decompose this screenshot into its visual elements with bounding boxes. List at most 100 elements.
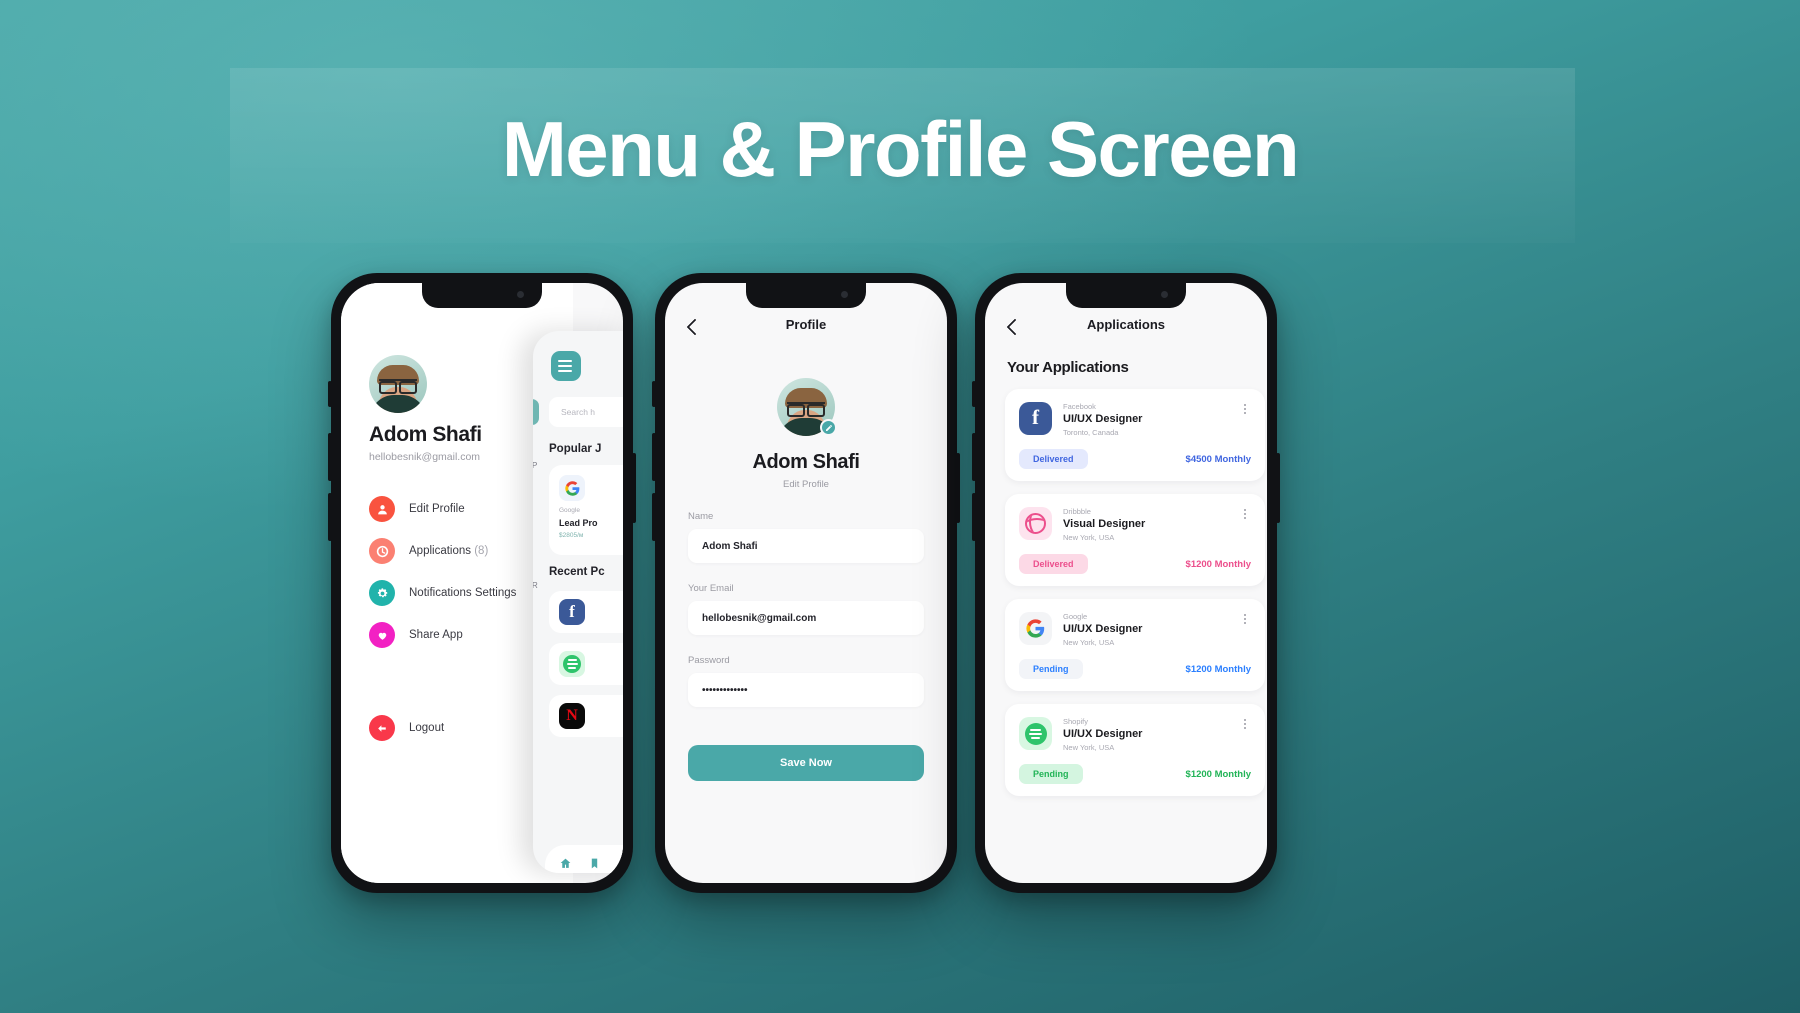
save-button[interactable]: Save Now [688, 745, 924, 781]
more-options-icon[interactable] [1239, 402, 1251, 416]
phone-volume-down-button [328, 493, 332, 541]
application-role: UI/UX Designer [1063, 413, 1143, 425]
application-role: Visual Designer [1063, 518, 1146, 530]
application-pay: $1200 Monthly [1185, 768, 1251, 780]
phone-profile-screen: Profile Adom Shafi Edit Profile Name Ado… [652, 273, 960, 893]
peek-job-title: Lead Pro [559, 518, 598, 528]
email-field-label: Your Email [688, 583, 734, 594]
password-field-label: Password [688, 655, 730, 666]
popular-jobs-heading: Popular J [549, 443, 602, 455]
list-item[interactable] [549, 643, 623, 685]
front-camera-icon [1161, 291, 1168, 298]
name-field[interactable]: Adom Shafi [688, 529, 924, 563]
shopify-icon [559, 651, 585, 677]
front-camera-icon [841, 291, 848, 298]
home-icon[interactable] [559, 857, 572, 873]
application-role: UI/UX Designer [1063, 623, 1143, 635]
search-input[interactable]: Search h [549, 397, 623, 427]
application-location: New York, USA [1063, 533, 1115, 542]
status-badge: Delivered [1019, 449, 1088, 469]
user-name: Adom Shafi [369, 423, 482, 446]
front-camera-icon [517, 291, 524, 298]
more-options-icon[interactable] [1239, 612, 1251, 626]
status-badge: Pending [1019, 659, 1083, 679]
peek-company: Google [559, 507, 580, 514]
phone-mute-switch [972, 381, 976, 407]
application-location: Toronto, Canada [1063, 428, 1119, 437]
edit-profile-link[interactable]: Edit Profile [665, 479, 947, 490]
more-options-icon[interactable] [1239, 717, 1251, 731]
application-pay: $1200 Monthly [1185, 663, 1251, 675]
back-chevron-icon[interactable] [1005, 319, 1021, 335]
sidebar-item-label: Applications [409, 545, 475, 557]
logout-label: Logout [409, 722, 445, 734]
status-badge: Pending [1019, 764, 1083, 784]
google-icon [559, 475, 585, 501]
password-field[interactable]: ••••••••••••• [688, 673, 924, 707]
bottom-navigation-bar[interactable] [545, 845, 623, 873]
phone-power-button [632, 453, 636, 523]
application-card[interactable]: f Facebook UI/UX Designer Toronto, Canad… [1005, 389, 1265, 481]
gear-icon [369, 580, 395, 606]
applications-screen: Applications Your Applications f Faceboo… [985, 283, 1267, 883]
application-role: UI/UX Designer [1063, 728, 1143, 740]
logout-button[interactable]: Logout [369, 715, 444, 741]
applications-list: f Facebook UI/UX Designer Toronto, Canad… [1005, 389, 1265, 809]
hamburger-menu-icon[interactable] [551, 351, 581, 381]
user-email: hellobesnik@gmail.com [369, 451, 481, 463]
peek-job-card[interactable]: Google Lead Pro $2805/м [549, 465, 623, 555]
phone-volume-up-button [328, 433, 332, 481]
phone-volume-down-button [972, 493, 976, 541]
phone-power-button [1276, 453, 1280, 523]
email-field[interactable]: hellobesnik@gmail.com [688, 601, 924, 635]
facebook-icon: f [559, 599, 585, 625]
clock-icon [369, 538, 395, 564]
edit-avatar-icon[interactable] [820, 419, 837, 436]
application-pay: $1200 Monthly [1185, 558, 1251, 570]
phone-mute-switch [652, 381, 656, 407]
applications-header: Applications [985, 317, 1267, 343]
recent-posts-heading: Recent Pc [549, 566, 605, 578]
phone-power-button [956, 453, 960, 523]
section-heading: Your Applications [1007, 359, 1129, 376]
more-options-icon[interactable] [1239, 507, 1251, 521]
phone-volume-down-button [652, 493, 656, 541]
phone-mute-switch [328, 381, 332, 407]
application-card[interactable]: Dribbble Visual Designer New York, USA D… [1005, 494, 1265, 586]
avatar[interactable] [369, 355, 427, 413]
phone-menu-screen: Adom Shafi hellobesnik@gmail.com Edit Pr… [328, 273, 636, 893]
phone-applications-screen: Applications Your Applications f Faceboo… [972, 273, 1280, 893]
facebook-icon: f [1019, 402, 1052, 435]
back-chevron-icon[interactable] [685, 319, 701, 335]
peek-home-screen[interactable]: Search h P Popular J Google Lead Pro $28… [533, 331, 623, 873]
page-title: Profile [785, 317, 827, 332]
google-icon [1019, 612, 1052, 645]
list-item[interactable]: N [549, 695, 623, 737]
shopify-icon [1019, 717, 1052, 750]
phone-volume-up-button [652, 433, 656, 481]
profile-screen: Profile Adom Shafi Edit Profile Name Ado… [665, 283, 947, 883]
application-pay: $4500 Monthly [1185, 453, 1251, 465]
sidebar-item-label: Notifications Settings [409, 587, 517, 599]
logout-icon [369, 715, 395, 741]
scroll-fade [985, 861, 1267, 883]
application-company: Dribbble [1063, 507, 1091, 516]
application-card[interactable]: Shopify UI/UX Designer New York, USA Pen… [1005, 704, 1265, 796]
application-company: Shopify [1063, 717, 1089, 726]
application-card[interactable]: Google UI/UX Designer New York, USA Pend… [1005, 599, 1265, 691]
bookmark-icon[interactable] [588, 857, 601, 873]
application-company: Google [1063, 612, 1088, 621]
peek-job-pay: $2805/м [559, 532, 584, 539]
list-item[interactable]: f [549, 591, 623, 633]
page-title: Menu & Profile Screen [501, 105, 1300, 193]
peek-side-letter: R [533, 581, 538, 590]
page-title: Applications [1086, 317, 1165, 332]
drawer-handle[interactable] [533, 399, 539, 425]
sidebar-item-label: Share App [409, 629, 463, 641]
application-location: New York, USA [1063, 743, 1115, 752]
sidebar-item-count: (8) [474, 545, 489, 557]
avatar[interactable] [777, 378, 837, 436]
phone-volume-up-button [972, 433, 976, 481]
menu-screen: Adom Shafi hellobesnik@gmail.com Edit Pr… [341, 283, 623, 883]
phone-notch [1066, 283, 1186, 308]
